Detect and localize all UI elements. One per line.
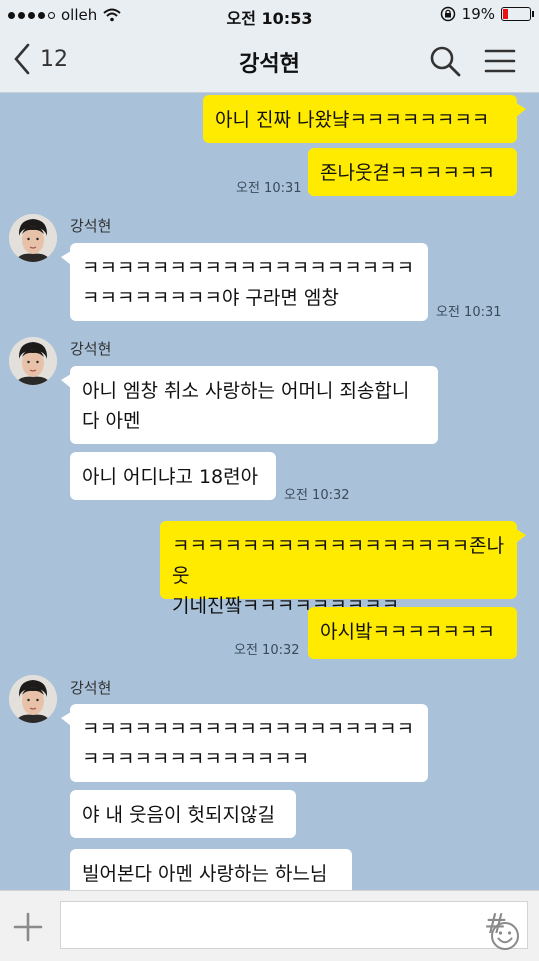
message-text-line: 다 아멘 — [82, 410, 141, 432]
status-bar: olleh 오전 10:53 19% — [0, 0, 539, 30]
my-message-bubble[interactable]: 아시밬ㅋㅋㅋㅋㅋㅋㅋ — [308, 607, 517, 659]
their-message-bubble[interactable]: 야 내 웃음이 헛되지않길 — [70, 790, 296, 838]
message-text-line: ㅋㅋㅋㅋㅋㅋㅋㅋㅋㅋㅋㅋㅋ — [82, 748, 310, 770]
message-input-bar: # — [0, 890, 539, 961]
plus-icon[interactable] — [12, 911, 44, 943]
message-text-line: ㅋㅋㅋㅋㅋㅋㅋㅋ야 구라면 엠창 — [82, 287, 339, 309]
their-message-bubble[interactable]: 아니 어디냐고 18련아 — [70, 452, 276, 500]
sender-name: 강석현 — [70, 679, 112, 697]
message-text: 빌어본다 아멘 사랑하는 하느님 — [82, 863, 328, 885]
their-message-bubble[interactable]: ㅋㅋㅋㅋㅋㅋㅋㅋㅋㅋㅋㅋㅋㅋㅋㅋㅋㅋㅋ ㅋㅋㅋㅋㅋㅋㅋㅋ야 구라면 엠창 — [61, 243, 428, 321]
sender-name: 강석현 — [70, 217, 112, 235]
chat-area[interactable]: 아니 진짜 나왔냨ㅋㅋㅋㅋㅋㅋㅋㅋ 오전 10:31 존나웃겯ㅋㅋㅋㅋㅋㅋ 강석… — [0, 93, 539, 897]
message-text-line: 아니 엠창 취소 사랑하는 어머니 죄송합니 — [82, 380, 410, 402]
message-input[interactable] — [60, 901, 528, 950]
battery-level — [503, 9, 509, 19]
message-time: 오전 10:32 — [284, 488, 350, 503]
sender-name: 강석현 — [70, 340, 112, 358]
message-text: 야 내 웃음이 헛되지않길 — [82, 804, 275, 826]
message-text: 아니 어디냐고 18련아 — [82, 466, 259, 488]
avatar[interactable] — [9, 337, 57, 385]
battery-percent: 19% — [461, 5, 495, 23]
message-text: 존나웃겯ㅋㅋㅋㅋㅋㅋ — [320, 162, 495, 184]
battery-group: 19% — [440, 5, 534, 23]
battery-icon — [501, 7, 534, 21]
message-time: 오전 10:31 — [236, 181, 302, 196]
hash-icon[interactable]: # — [484, 907, 507, 940]
their-message-bubble[interactable]: 아니 엠창 취소 사랑하는 어머니 죄송합니 다 아멘 — [61, 366, 438, 444]
profile-photo — [9, 214, 57, 262]
profile-photo — [9, 675, 57, 723]
rotation-lock-icon — [440, 6, 455, 22]
search-icon[interactable] — [428, 44, 462, 78]
my-message-bubble[interactable]: 아니 진짜 나왔냨ㅋㅋㅋㅋㅋㅋㅋㅋ — [203, 95, 526, 143]
message-time: 오전 10:32 — [234, 643, 300, 658]
profile-photo — [9, 337, 57, 385]
message-time: 오전 10:31 — [436, 305, 502, 320]
chat-header: 12 강석현 — [0, 30, 539, 93]
message-text-line: ㅋㅋㅋㅋㅋㅋㅋㅋㅋㅋㅋㅋㅋㅋㅋㅋㅋ존나웃 — [172, 535, 505, 587]
message-text-line: ㅋㅋㅋㅋㅋㅋㅋㅋㅋㅋㅋㅋㅋㅋㅋㅋㅋㅋㅋ — [82, 718, 415, 740]
message-text: 아시밬ㅋㅋㅋㅋㅋㅋㅋ — [320, 621, 495, 643]
message-text: 아니 진짜 나왔냨ㅋㅋㅋㅋㅋㅋㅋㅋ — [215, 109, 490, 131]
message-text-line: ㅋㅋㅋㅋㅋㅋㅋㅋㅋㅋㅋㅋㅋㅋㅋㅋㅋㅋㅋ — [82, 257, 415, 279]
their-message-bubble[interactable]: ㅋㅋㅋㅋㅋㅋㅋㅋㅋㅋㅋㅋㅋㅋㅋㅋㅋㅋㅋ ㅋㅋㅋㅋㅋㅋㅋㅋㅋㅋㅋㅋㅋ — [61, 704, 428, 782]
avatar[interactable] — [9, 675, 57, 723]
hamburger-menu-icon[interactable] — [483, 44, 517, 78]
my-message-bubble[interactable]: ㅋㅋㅋㅋㅋㅋㅋㅋㅋㅋㅋㅋㅋㅋㅋㅋㅋ존나웃 기네진짴ㅋㅋㅋㅋㅋㅋㅋㅋㅋ — [160, 521, 526, 617]
my-message-bubble[interactable]: 존나웃겯ㅋㅋㅋㅋㅋㅋ — [308, 148, 517, 196]
avatar[interactable] — [9, 214, 57, 262]
